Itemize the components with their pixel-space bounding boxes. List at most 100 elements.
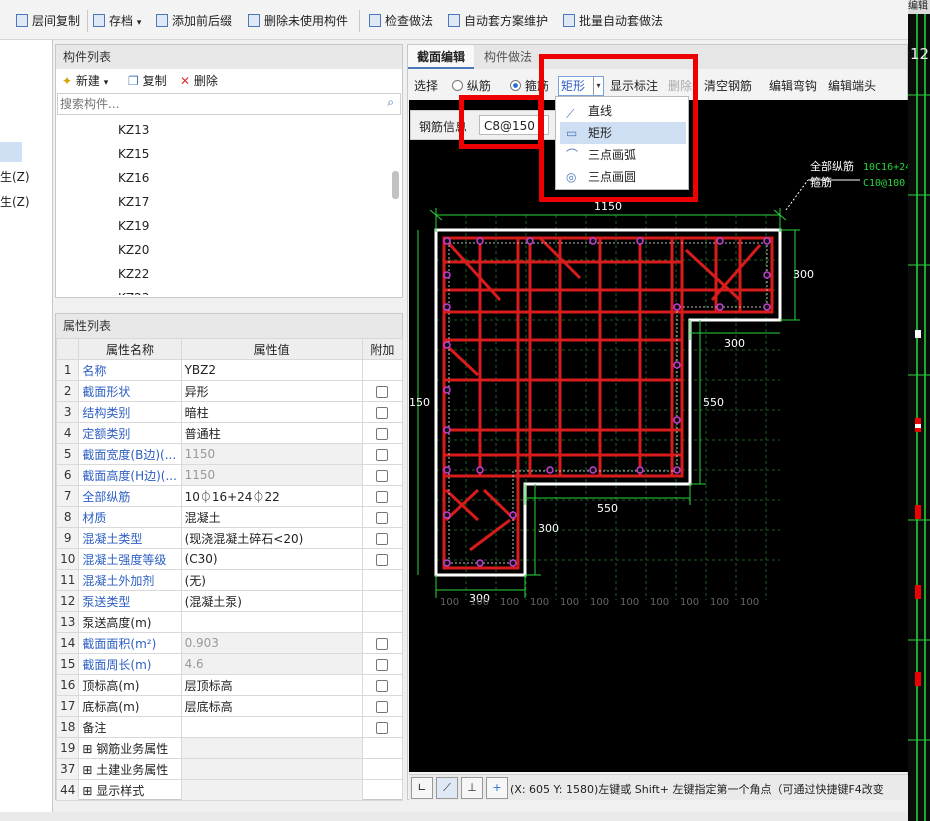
add-prefix-button[interactable]: 添加前后缀 xyxy=(156,12,232,30)
table-row[interactable]: 16 顶标高(m) 层顶标高 xyxy=(55,674,404,696)
attr-value[interactable]: (无) xyxy=(180,569,363,591)
extra-checkbox[interactable] xyxy=(376,721,389,734)
radio-icon xyxy=(452,80,463,91)
table-row[interactable]: 5 截面宽度(B边)(... 1150 xyxy=(55,443,404,465)
table-row[interactable]: 12 泵送类型 (混凝土泵) xyxy=(55,590,404,612)
row-number: 1 xyxy=(55,359,80,381)
attr-value[interactable] xyxy=(180,779,363,801)
search-input[interactable] xyxy=(58,94,358,113)
list-item[interactable]: KZ19 xyxy=(118,214,149,238)
grid-tick: 100 xyxy=(680,597,699,608)
delete-unused-button[interactable]: 删除未使用构件 xyxy=(248,12,348,30)
selected-row-marker xyxy=(0,142,22,162)
tab-component-method[interactable]: 构件做法 xyxy=(478,45,538,69)
attr-value[interactable] xyxy=(180,716,363,738)
table-row[interactable]: 13 泵送高度(m) xyxy=(55,611,404,633)
expand-icon[interactable]: ⊞ xyxy=(82,784,96,798)
dim-label: 300 xyxy=(538,522,559,535)
scrollbar-thumb[interactable] xyxy=(392,171,399,199)
table-row[interactable]: 37 ⊞ 土建业务属性 xyxy=(55,758,404,780)
attr-value[interactable]: 0.903 xyxy=(180,632,363,654)
attr-value[interactable]: (现浇混凝土碎石<20) xyxy=(180,527,363,549)
expand-icon[interactable]: ⊞ xyxy=(82,742,96,756)
extra-checkbox[interactable] xyxy=(376,700,389,713)
list-item[interactable]: KZ22 xyxy=(118,262,149,286)
attr-value[interactable] xyxy=(180,737,363,759)
attr-value[interactable] xyxy=(180,758,363,780)
table-row[interactable]: 15 截面周长(m) 4.6 xyxy=(55,653,404,675)
table-row[interactable]: 18 备注 xyxy=(55,716,404,738)
attr-value[interactable]: 异形 xyxy=(180,380,363,402)
copy-button[interactable]: ❐ 复制 xyxy=(128,69,167,93)
add-point-icon[interactable]: + xyxy=(486,777,508,799)
table-row[interactable]: 19 ⊞ 钢筋业务属性 xyxy=(55,737,404,759)
attr-value[interactable]: 普通柱 xyxy=(180,422,363,444)
batch-auto-button[interactable]: 批量自动套做法 xyxy=(563,12,663,30)
extra-checkbox[interactable] xyxy=(376,679,389,692)
extra-checkbox[interactable] xyxy=(376,637,389,650)
attr-value[interactable]: 层顶标高 xyxy=(180,674,363,696)
auto-scheme-button[interactable]: 自动套方案维护 xyxy=(448,12,548,30)
list-item[interactable]: KZ20 xyxy=(118,238,149,262)
table-row[interactable]: 7 全部纵筋 10⏀16+24⏀22 xyxy=(55,485,404,507)
extra-checkbox[interactable] xyxy=(376,658,389,671)
attr-value[interactable]: 1150 xyxy=(180,464,363,486)
attr-value[interactable] xyxy=(180,611,363,633)
table-row[interactable]: 8 材质 混凝土 xyxy=(55,506,404,528)
table-row[interactable]: 14 截面面积(m²) 0.903 xyxy=(55,632,404,654)
check-method-button[interactable]: 检查做法 xyxy=(369,12,433,30)
list-item[interactable]: KZ13 xyxy=(118,118,149,142)
attr-name: 全部纵筋 xyxy=(78,485,182,507)
new-button[interactable]: ✦ 新建 ▾ xyxy=(62,69,108,95)
extra-checkbox[interactable] xyxy=(376,427,389,440)
attr-value[interactable]: 4.6 xyxy=(180,653,363,675)
left-edge-item[interactable]: 生(Z) xyxy=(0,193,30,210)
attr-value[interactable]: YBZ2 xyxy=(180,359,363,381)
attr-value[interactable]: (C30) xyxy=(180,548,363,570)
attr-value[interactable]: 层底标高 xyxy=(180,695,363,717)
ortho-icon[interactable]: ∟ xyxy=(411,777,433,799)
extra-checkbox[interactable] xyxy=(376,385,389,398)
extra-checkbox[interactable] xyxy=(376,490,389,503)
extra-checkbox[interactable] xyxy=(376,469,389,482)
table-row[interactable]: 17 底标高(m) 层底标高 xyxy=(55,695,404,717)
perpendicular-icon[interactable]: ⊥ xyxy=(461,777,483,799)
extra-checkbox[interactable] xyxy=(376,511,389,524)
archive-button[interactable]: 存档 ▾ xyxy=(93,12,141,30)
list-item[interactable]: KZ15 xyxy=(118,142,149,166)
delete-button[interactable]: ✕ 删除 xyxy=(180,69,218,93)
snap-line-icon[interactable]: ⟋ xyxy=(436,777,458,799)
attr-value[interactable]: 10⏀16+24⏀22 xyxy=(180,485,363,507)
attr-value[interactable]: 混凝土 xyxy=(180,506,363,528)
list-item[interactable]: KZ16 xyxy=(118,166,149,190)
table-row[interactable]: 1 名称 YBZ2 xyxy=(55,359,404,381)
list-item[interactable]: KZ17 xyxy=(118,190,149,214)
copy-layers-button[interactable]: 层间复制 xyxy=(16,12,80,30)
table-row[interactable]: 2 截面形状 异形 xyxy=(55,380,404,402)
attr-name: 泵送类型 xyxy=(78,590,182,612)
select-tool[interactable]: 选择 xyxy=(414,73,438,99)
edit-end-button[interactable]: 编辑端头 xyxy=(828,73,876,99)
list-item[interactable]: KZ23 xyxy=(118,286,149,295)
search-icon[interactable]: ⌕ xyxy=(387,95,394,110)
extra-checkbox[interactable] xyxy=(376,448,389,461)
left-edge-item[interactable]: 生(Z) xyxy=(0,168,30,185)
extra-checkbox[interactable] xyxy=(376,553,389,566)
chevron-down-icon[interactable]: ▾ xyxy=(137,18,142,28)
clear-rebar-button[interactable]: 清空钢筋 xyxy=(704,73,752,99)
table-row[interactable]: 10 混凝土强度等级 (C30) xyxy=(55,548,404,570)
edit-bend-button[interactable]: 编辑弯钩 xyxy=(769,73,817,99)
tab-section-edit[interactable]: 截面编辑 xyxy=(408,45,474,69)
table-row[interactable]: 6 截面高度(H边)(... 1150 xyxy=(55,464,404,486)
attr-value[interactable]: (混凝土泵) xyxy=(180,590,363,612)
extra-checkbox[interactable] xyxy=(376,532,389,545)
table-row[interactable]: 11 混凝土外加剂 (无) xyxy=(55,569,404,591)
table-row[interactable]: 9 混凝土类型 (现浇混凝土碎石<20) xyxy=(55,527,404,549)
extra-checkbox[interactable] xyxy=(376,406,389,419)
expand-icon[interactable]: ⊞ xyxy=(82,763,96,777)
attr-value[interactable]: 1150 xyxy=(180,443,363,465)
attr-value[interactable]: 暗柱 xyxy=(180,401,363,423)
table-row[interactable]: 3 结构类别 暗柱 xyxy=(55,401,404,423)
table-row[interactable]: 4 定额类别 普通柱 xyxy=(55,422,404,444)
table-row[interactable]: 44 ⊞ 显示样式 xyxy=(55,779,404,801)
